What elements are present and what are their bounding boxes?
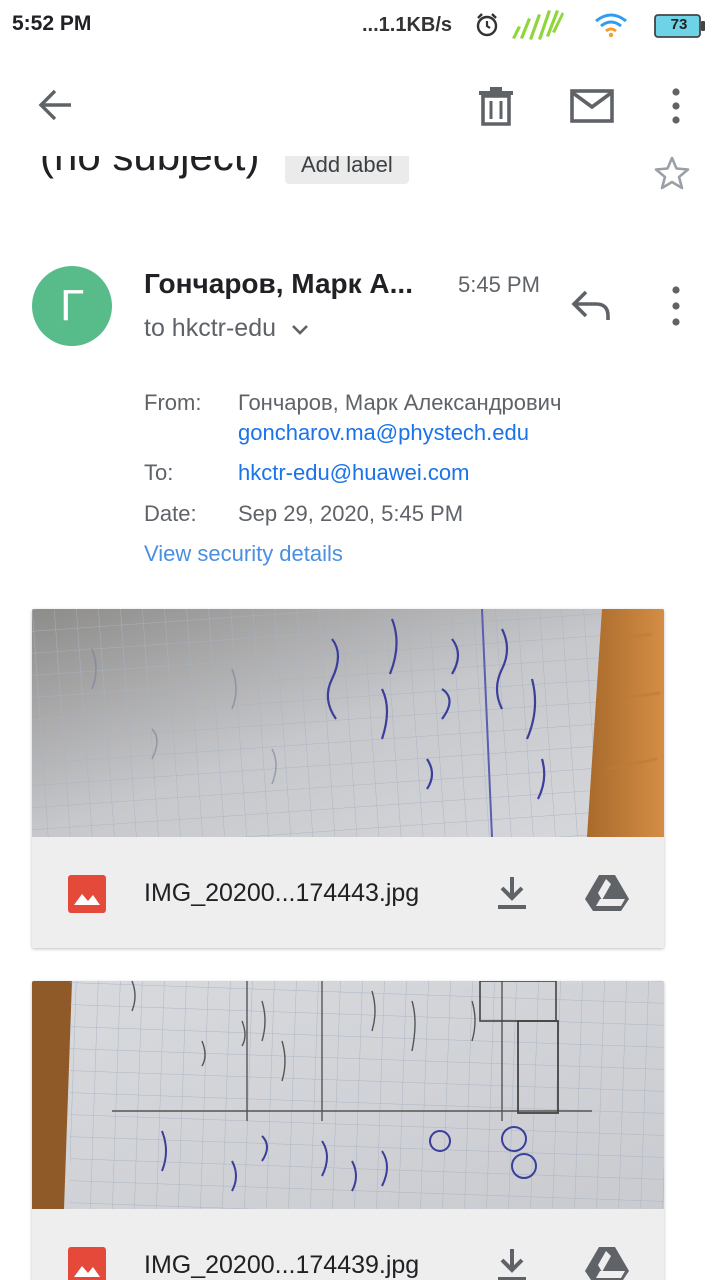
attachment-bar: IMG_20200...174443.jpg [32,837,664,948]
from-label: From: [144,390,202,415]
date-label: Date: [144,501,197,526]
recipients-summary: to hkctr-edu [144,314,277,342]
add-label-chip[interactable]: Add label [285,156,409,184]
more-vert-icon [672,88,680,124]
alarm-icon [476,13,498,37]
avatar[interactable]: Г [32,266,112,346]
arrow-back-icon [38,89,71,121]
attachment-preview[interactable] [32,609,664,837]
save-to-drive-icon[interactable] [584,873,630,913]
message-time: 5:45 PM [458,272,540,297]
network-speed: ...1.1KB/s [362,14,453,36]
wifi-icon [595,13,627,38]
image-file-icon [68,875,106,913]
chevron-up-icon [292,324,308,335]
image-file-icon [68,1247,106,1280]
download-icon[interactable] [492,873,532,913]
mark-unread-button[interactable] [568,84,616,128]
reply-icon[interactable] [570,286,614,326]
date-value: Sep 29, 2020, 5:45 PM [238,501,464,526]
to-label: To: [144,460,174,485]
signal-icon [512,10,564,40]
star-icon[interactable] [654,156,690,190]
to-email-link[interactable]: hkctr-edu@huawei.com [238,460,469,486]
status-bar: 5:52 PM ...1.1KB/s 73 [0,0,720,52]
from-name: Гончаров, Марк Александрович [238,390,562,415]
recipients-toggle[interactable]: to hkctr-edu [144,314,312,343]
save-to-drive-icon[interactable] [584,1245,630,1280]
battery-level: 73 [670,16,688,33]
status-time: 5:52 PM [12,12,92,35]
subject-row: (no subject) Add label [0,156,720,196]
attachment-name: IMG_20200...174439.jpg [144,1251,420,1279]
delete-button[interactable] [474,82,518,130]
message-more-icon[interactable] [662,284,690,328]
mail-icon [570,89,614,123]
more-options-button[interactable] [660,80,692,132]
view-security-details-link[interactable]: View security details [144,541,343,567]
email-subject: (no subject) [40,156,259,180]
from-email-link[interactable]: goncharov.ma@phystech.edu [238,420,529,446]
attachment-preview[interactable] [32,981,664,1209]
attachment-card[interactable]: IMG_20200...174439.jpg [32,981,664,1280]
attachment-name: IMG_20200...174443.jpg [144,879,420,907]
download-icon[interactable] [492,1245,532,1280]
sender-name: Гончаров, Марк А... [144,268,413,299]
attachment-bar: IMG_20200...174439.jpg [32,1209,664,1280]
back-button[interactable] [30,80,80,130]
attachment-card[interactable]: IMG_20200...174443.jpg [32,609,664,948]
trash-icon [479,87,513,126]
